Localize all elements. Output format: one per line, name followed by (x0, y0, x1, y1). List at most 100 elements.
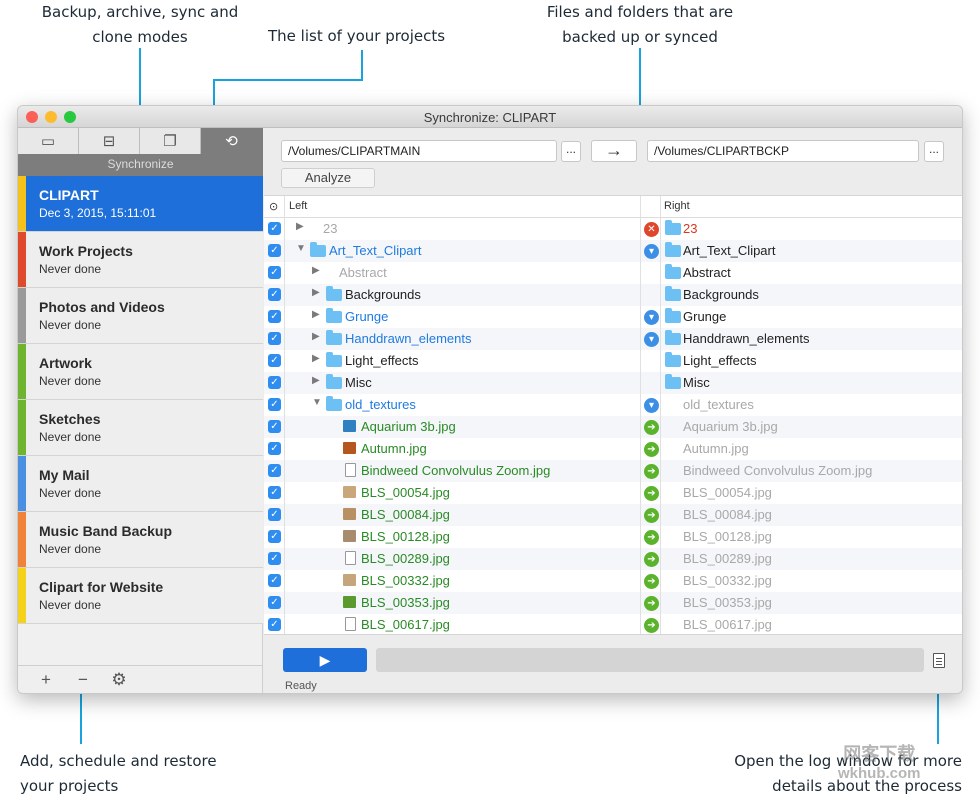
left-item-name: BLS_00617.jpg (361, 617, 450, 632)
project-name: Sketches (39, 411, 101, 427)
row-checkbox[interactable]: ✓ (268, 376, 281, 389)
row-checkbox[interactable]: ✓ (268, 420, 281, 433)
right-item-name: Autumn.jpg (683, 441, 749, 456)
left-item-name: Misc (345, 375, 372, 390)
row-checkbox[interactable]: ✓ (268, 354, 281, 367)
right-browse-button[interactable]: ... (924, 141, 944, 162)
table-row[interactable]: ✓ BLS_00084.jpg ➔ BLS_00084.jpg (264, 504, 962, 526)
copy-right-icon[interactable]: ➔ (644, 596, 659, 611)
table-row[interactable]: ✓ ▶ Handdrawn_elements ▾ Handdrawn_elements (264, 328, 962, 350)
row-checkbox[interactable]: ✓ (268, 530, 281, 543)
table-row[interactable]: ✓ BLS_00054.jpg ➔ BLS_00054.jpg (264, 482, 962, 504)
delete-icon[interactable]: ✕ (644, 222, 659, 237)
table-row[interactable]: ✓ ▼ old_textures ▾ old_textures (264, 394, 962, 416)
table-row[interactable]: ✓ BLS_00332.jpg ➔ BLS_00332.jpg (264, 570, 962, 592)
disclosure-triangle-icon[interactable]: ▼ (296, 243, 306, 254)
settings-icon[interactable]: ⚙ (109, 670, 129, 690)
copy-right-icon[interactable]: ➔ (644, 420, 659, 435)
clone-mode-button[interactable]: ❐ (140, 128, 201, 154)
table-row[interactable]: ✓ ▼ Art_Text_Clipart ▾ Art_Text_Clipart (264, 240, 962, 262)
copy-right-icon[interactable]: ➔ (644, 618, 659, 633)
table-row[interactable]: ✓ BLS_00617.jpg ➔ BLS_00617.jpg (264, 614, 962, 634)
merge-down-icon[interactable]: ▾ (644, 398, 659, 413)
disclosure-triangle-icon[interactable]: ▶ (312, 353, 320, 364)
project-item[interactable]: CLIPART Dec 3, 2015, 15:11:01 (18, 176, 263, 232)
table-row[interactable]: ✓ Autumn.jpg ➔ Autumn.jpg (264, 438, 962, 460)
row-checkbox[interactable]: ✓ (268, 398, 281, 411)
row-checkbox[interactable]: ✓ (268, 596, 281, 609)
row-checkbox[interactable]: ✓ (268, 288, 281, 301)
run-button[interactable]: ▶ (283, 648, 367, 672)
left-item-name: BLS_00289.jpg (361, 551, 450, 566)
right-item-name: Bindweed Convolvulus Zoom.jpg (683, 463, 873, 478)
sidebar: ▭ ⊟ ❐ ⟲ Synchronize CLIPART Dec 3, 2015, … (18, 128, 263, 693)
project-item[interactable]: Photos and Videos Never done (18, 288, 263, 344)
log-icon[interactable] (933, 653, 945, 668)
row-checkbox[interactable]: ✓ (268, 266, 281, 279)
row-checkbox[interactable]: ✓ (268, 332, 281, 345)
folder-icon (665, 286, 681, 301)
project-item[interactable]: Sketches Never done (18, 400, 263, 456)
project-item[interactable]: Artwork Never done (18, 344, 263, 400)
disclosure-triangle-icon[interactable]: ▶ (312, 287, 320, 298)
project-item[interactable]: My Mail Never done (18, 456, 263, 512)
table-row[interactable]: ✓ ▶ Misc Misc (264, 372, 962, 394)
merge-down-icon[interactable]: ▾ (644, 310, 659, 325)
disclosure-triangle-icon[interactable]: ▶ (296, 221, 304, 232)
disclosure-triangle-icon[interactable]: ▶ (312, 309, 320, 320)
row-checkbox[interactable]: ✓ (268, 310, 281, 323)
direction-button[interactable]: → (591, 140, 637, 162)
table-row[interactable]: ✓ ▶ Light_effects Light_effects (264, 350, 962, 372)
table-row[interactable]: ✓ ▶ Backgrounds Backgrounds (264, 284, 962, 306)
row-checkbox[interactable]: ✓ (268, 244, 281, 257)
project-item[interactable]: Music Band Backup Never done (18, 512, 263, 568)
copy-right-icon[interactable]: ➔ (644, 508, 659, 523)
copy-right-icon[interactable]: ➔ (644, 486, 659, 501)
project-name: Work Projects (39, 243, 133, 259)
row-checkbox[interactable]: ✓ (268, 222, 281, 235)
row-checkbox[interactable]: ✓ (268, 442, 281, 455)
disclosure-triangle-icon[interactable]: ▶ (312, 375, 320, 386)
table-row[interactable]: ✓ BLS_00289.jpg ➔ BLS_00289.jpg (264, 548, 962, 570)
row-checkbox[interactable]: ✓ (268, 574, 281, 587)
left-column-header[interactable]: Left (289, 200, 307, 212)
disclosure-triangle-icon[interactable]: ▼ (312, 397, 322, 408)
archive-mode-button[interactable]: ▭ (18, 128, 79, 154)
disclosure-triangle-icon[interactable]: ▶ (312, 331, 320, 342)
table-row[interactable]: ✓ ▶ 23 ✕ 23 (264, 218, 962, 240)
right-path-field[interactable]: /Volumes/CLIPARTBCKP (647, 140, 919, 162)
table-row[interactable]: ✓ Aquarium 3b.jpg ➔ Aquarium 3b.jpg (264, 416, 962, 438)
copy-right-icon[interactable]: ➔ (644, 530, 659, 545)
table-row[interactable]: ✓ BLS_00128.jpg ➔ BLS_00128.jpg (264, 526, 962, 548)
copy-right-icon[interactable]: ➔ (644, 442, 659, 457)
image-thumbnail-icon (343, 508, 356, 520)
table-row[interactable]: ✓ ▶ Grunge ▾ Grunge (264, 306, 962, 328)
row-checkbox[interactable]: ✓ (268, 618, 281, 631)
copy-right-icon[interactable]: ➔ (644, 574, 659, 589)
analyze-button[interactable]: Analyze (281, 168, 375, 188)
disclosure-triangle-icon[interactable]: ▶ (312, 265, 320, 276)
right-column-header[interactable]: Right (664, 200, 690, 212)
project-item[interactable]: Work Projects Never done (18, 232, 263, 288)
copy-right-icon[interactable]: ➔ (644, 552, 659, 567)
sync-mode-button[interactable]: ⟲ (201, 128, 262, 154)
table-row[interactable]: ✓ BLS_00353.jpg ➔ BLS_00353.jpg (264, 592, 962, 614)
copy-right-icon[interactable]: ➔ (644, 464, 659, 479)
row-checkbox[interactable]: ✓ (268, 464, 281, 477)
left-path-field[interactable]: /Volumes/CLIPARTMAIN (281, 140, 557, 162)
project-item[interactable]: Clipart for Website Never done (18, 568, 263, 624)
add-project-button[interactable]: + (36, 670, 56, 690)
left-item-name: Autumn.jpg (361, 441, 427, 456)
merge-down-icon[interactable]: ▾ (644, 332, 659, 347)
target-icon[interactable]: ⊙ (269, 200, 278, 213)
remove-project-button[interactable]: − (73, 670, 93, 690)
table-row[interactable]: ✓ Bindweed Convolvulus Zoom.jpg ➔ Bindweed … (264, 460, 962, 482)
row-checkbox[interactable]: ✓ (268, 486, 281, 499)
left-browse-button[interactable]: ... (561, 141, 581, 162)
left-item-name: BLS_00054.jpg (361, 485, 450, 500)
row-checkbox[interactable]: ✓ (268, 552, 281, 565)
backup-mode-button[interactable]: ⊟ (79, 128, 140, 154)
table-row[interactable]: ✓ ▶ Abstract Abstract (264, 262, 962, 284)
merge-down-icon[interactable]: ▾ (644, 244, 659, 259)
row-checkbox[interactable]: ✓ (268, 508, 281, 521)
